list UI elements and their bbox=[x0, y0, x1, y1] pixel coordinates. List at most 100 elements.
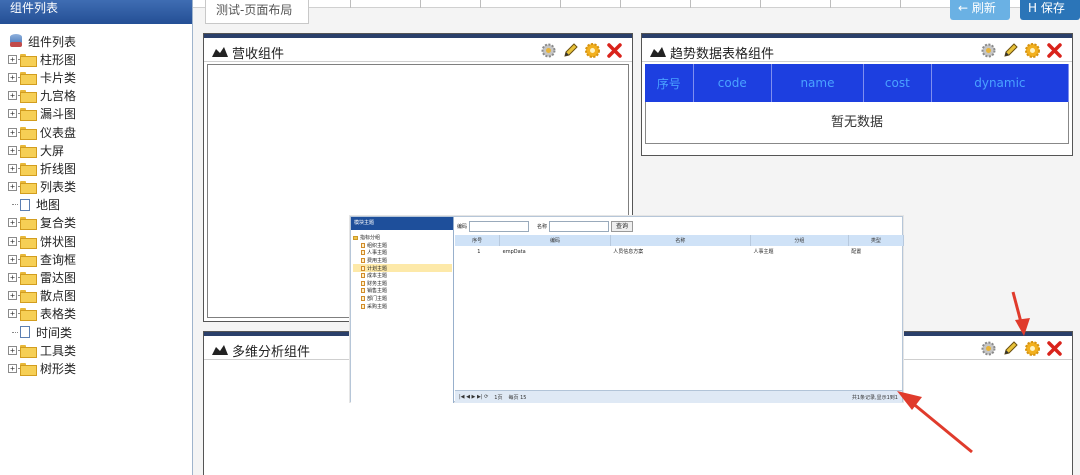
table-header-cell[interactable]: cost bbox=[863, 64, 932, 102]
expand-toggle-icon[interactable]: + bbox=[8, 218, 17, 228]
expand-toggle-icon[interactable]: + bbox=[8, 91, 17, 101]
table-row[interactable]: 1 empData 人员信息方案 人事主题 配置 bbox=[455, 246, 904, 257]
table-header-cell[interactable]: 序号 bbox=[645, 64, 694, 102]
document-icon bbox=[361, 242, 365, 248]
document-icon bbox=[361, 258, 365, 264]
tree-root[interactable]: 组件列表 bbox=[8, 32, 76, 50]
tree-item[interactable]: + 树形类 bbox=[8, 359, 76, 377]
tree-item[interactable]: + 复合类 bbox=[8, 214, 76, 232]
folder-icon bbox=[353, 235, 358, 240]
settings-gear-icon[interactable] bbox=[539, 41, 558, 60]
popup-tree-item[interactable]: 人事主题 bbox=[353, 249, 452, 257]
popup-search-bar: 编码 名称 查询 bbox=[455, 217, 902, 235]
tree-item[interactable]: + 柱形图 bbox=[8, 50, 76, 68]
expand-toggle-icon[interactable]: + bbox=[8, 309, 17, 319]
expand-toggle-icon[interactable]: + bbox=[8, 345, 17, 355]
tree-item[interactable]: + 列表类 bbox=[8, 178, 76, 196]
close-icon[interactable] bbox=[605, 41, 624, 60]
folder-icon bbox=[20, 162, 37, 176]
tree-item[interactable]: + 工具类 bbox=[8, 341, 76, 359]
folder-icon bbox=[20, 144, 37, 158]
document-icon bbox=[361, 273, 365, 279]
table-header-cell[interactable]: dynamic bbox=[931, 64, 1070, 102]
popup-header-cell[interactable]: 类型 bbox=[848, 235, 905, 246]
expand-toggle-icon[interactable]: + bbox=[8, 72, 17, 82]
database-icon bbox=[10, 34, 22, 48]
popup-header-cell[interactable]: 名称 bbox=[610, 235, 751, 246]
document-icon bbox=[361, 303, 365, 309]
query-button[interactable]: 查询 bbox=[611, 220, 634, 232]
popup-tree-item[interactable]: 财务主题 bbox=[353, 280, 452, 288]
expand-toggle-icon[interactable]: + bbox=[8, 163, 17, 173]
config-cog-icon[interactable] bbox=[1023, 339, 1042, 358]
tree-item[interactable]: + 散点图 bbox=[8, 287, 76, 305]
popup-tree-item[interactable]: 成本主题 bbox=[353, 272, 452, 280]
edit-pencil-icon[interactable] bbox=[1001, 339, 1020, 358]
popup-tree-label: 指标分组 bbox=[360, 235, 381, 242]
expand-toggle-icon[interactable]: + bbox=[8, 273, 17, 283]
expand-toggle-icon[interactable]: + bbox=[8, 236, 17, 246]
tree-item-label: 查询框 bbox=[40, 252, 77, 267]
edit-pencil-icon[interactable] bbox=[561, 41, 580, 60]
expand-toggle-icon[interactable]: + bbox=[8, 363, 17, 373]
popup-header-cell[interactable]: 分组 bbox=[750, 235, 849, 246]
folder-icon bbox=[20, 344, 37, 358]
popup-header-cell[interactable]: 序号 bbox=[455, 235, 501, 246]
expand-toggle-icon[interactable]: + bbox=[8, 291, 17, 301]
tree-item[interactable]: + 卡片类 bbox=[8, 68, 76, 86]
expand-toggle-icon[interactable]: + bbox=[8, 182, 17, 192]
config-cog-icon[interactable] bbox=[583, 41, 602, 60]
name-input[interactable] bbox=[549, 220, 610, 232]
tree-item[interactable]: + 大屏 bbox=[8, 141, 76, 159]
expand-toggle-icon[interactable]: + bbox=[8, 145, 17, 155]
popup-pager: |◀ ◀ ▶ ▶| ⟳ 1页 每页 15 共1条记录,显示1到1 bbox=[455, 390, 902, 403]
tree-item[interactable]: + 查询框 bbox=[8, 250, 76, 268]
tab-page-layout[interactable]: 测试-页面布局 bbox=[205, 0, 309, 24]
close-icon[interactable] bbox=[1045, 339, 1064, 358]
tree-item[interactable]: 地图 bbox=[8, 196, 76, 214]
pager-size-select[interactable]: 每页 15 bbox=[508, 394, 526, 401]
code-input[interactable] bbox=[469, 220, 530, 232]
popup-tree-item[interactable]: 部门主题 bbox=[353, 295, 452, 303]
tree-item[interactable]: + 漏斗图 bbox=[8, 105, 76, 123]
expand-toggle-icon[interactable]: + bbox=[8, 54, 17, 64]
edit-pencil-icon[interactable] bbox=[1001, 41, 1020, 60]
trend-data-table: 序号 code name cost dynamic bbox=[645, 64, 1070, 102]
tree-root-label: 组件列表 bbox=[28, 34, 77, 49]
config-cog-icon[interactable] bbox=[1023, 41, 1042, 60]
config-popup: 模块主题 指标分组 组织主题 人事主题 费用主题 计划主题 成本主题 财务主题 销售主题 部门主… bbox=[350, 216, 905, 403]
tree-item-label: 柱形图 bbox=[40, 52, 77, 67]
refresh-button[interactable]: ← 刷新 bbox=[950, 0, 1010, 20]
settings-gear-icon[interactable] bbox=[979, 339, 998, 358]
popup-table: 序号 编码 名称 分组 类型 1 empData 人员信息方案 人事主题 配置 bbox=[455, 235, 905, 257]
table-header-cell[interactable]: name bbox=[771, 64, 864, 102]
folder-icon bbox=[20, 308, 37, 322]
expand-toggle-icon[interactable]: + bbox=[8, 254, 17, 264]
widget-title: 趋势数据表格组件 bbox=[670, 47, 775, 62]
popup-tree-item[interactable]: 费用主题 bbox=[353, 257, 452, 265]
popup-tree-item[interactable]: 采购主题 bbox=[353, 302, 452, 310]
tree-item[interactable]: + 饼状图 bbox=[8, 232, 76, 250]
popup-tree-item[interactable]: 计划主题 bbox=[353, 264, 452, 272]
empty-state-text: 暂无数据 bbox=[645, 102, 1069, 144]
tree-item[interactable]: + 表格类 bbox=[8, 305, 76, 323]
expand-toggle-icon[interactable]: + bbox=[8, 109, 17, 119]
save-button[interactable]: H 保存 bbox=[1020, 0, 1080, 20]
popup-tree-item[interactable]: 组织主题 bbox=[353, 242, 452, 250]
tree-item[interactable]: + 雷达图 bbox=[8, 268, 76, 286]
tree-item[interactable]: + 折线图 bbox=[8, 159, 76, 177]
expand-toggle-icon[interactable]: + bbox=[8, 127, 17, 137]
tree-item-label: 仪表盘 bbox=[40, 125, 77, 140]
popup-tree-root[interactable]: 指标分组 bbox=[353, 234, 452, 242]
document-icon bbox=[361, 265, 365, 271]
table-header-cell[interactable]: code bbox=[693, 64, 773, 102]
settings-gear-icon[interactable] bbox=[979, 41, 998, 60]
popup-header-cell[interactable]: 编码 bbox=[499, 235, 611, 246]
tree-item-label: 时间类 bbox=[36, 325, 73, 340]
tree-item[interactable]: 时间类 bbox=[8, 323, 76, 341]
close-icon[interactable] bbox=[1045, 41, 1064, 60]
popup-tree-item[interactable]: 销售主题 bbox=[353, 287, 452, 295]
tree-item[interactable]: + 九宫格 bbox=[8, 87, 76, 105]
pager-nav-icons[interactable]: |◀ ◀ ▶ ▶| ⟳ bbox=[459, 394, 488, 400]
tree-item[interactable]: + 仪表盘 bbox=[8, 123, 76, 141]
